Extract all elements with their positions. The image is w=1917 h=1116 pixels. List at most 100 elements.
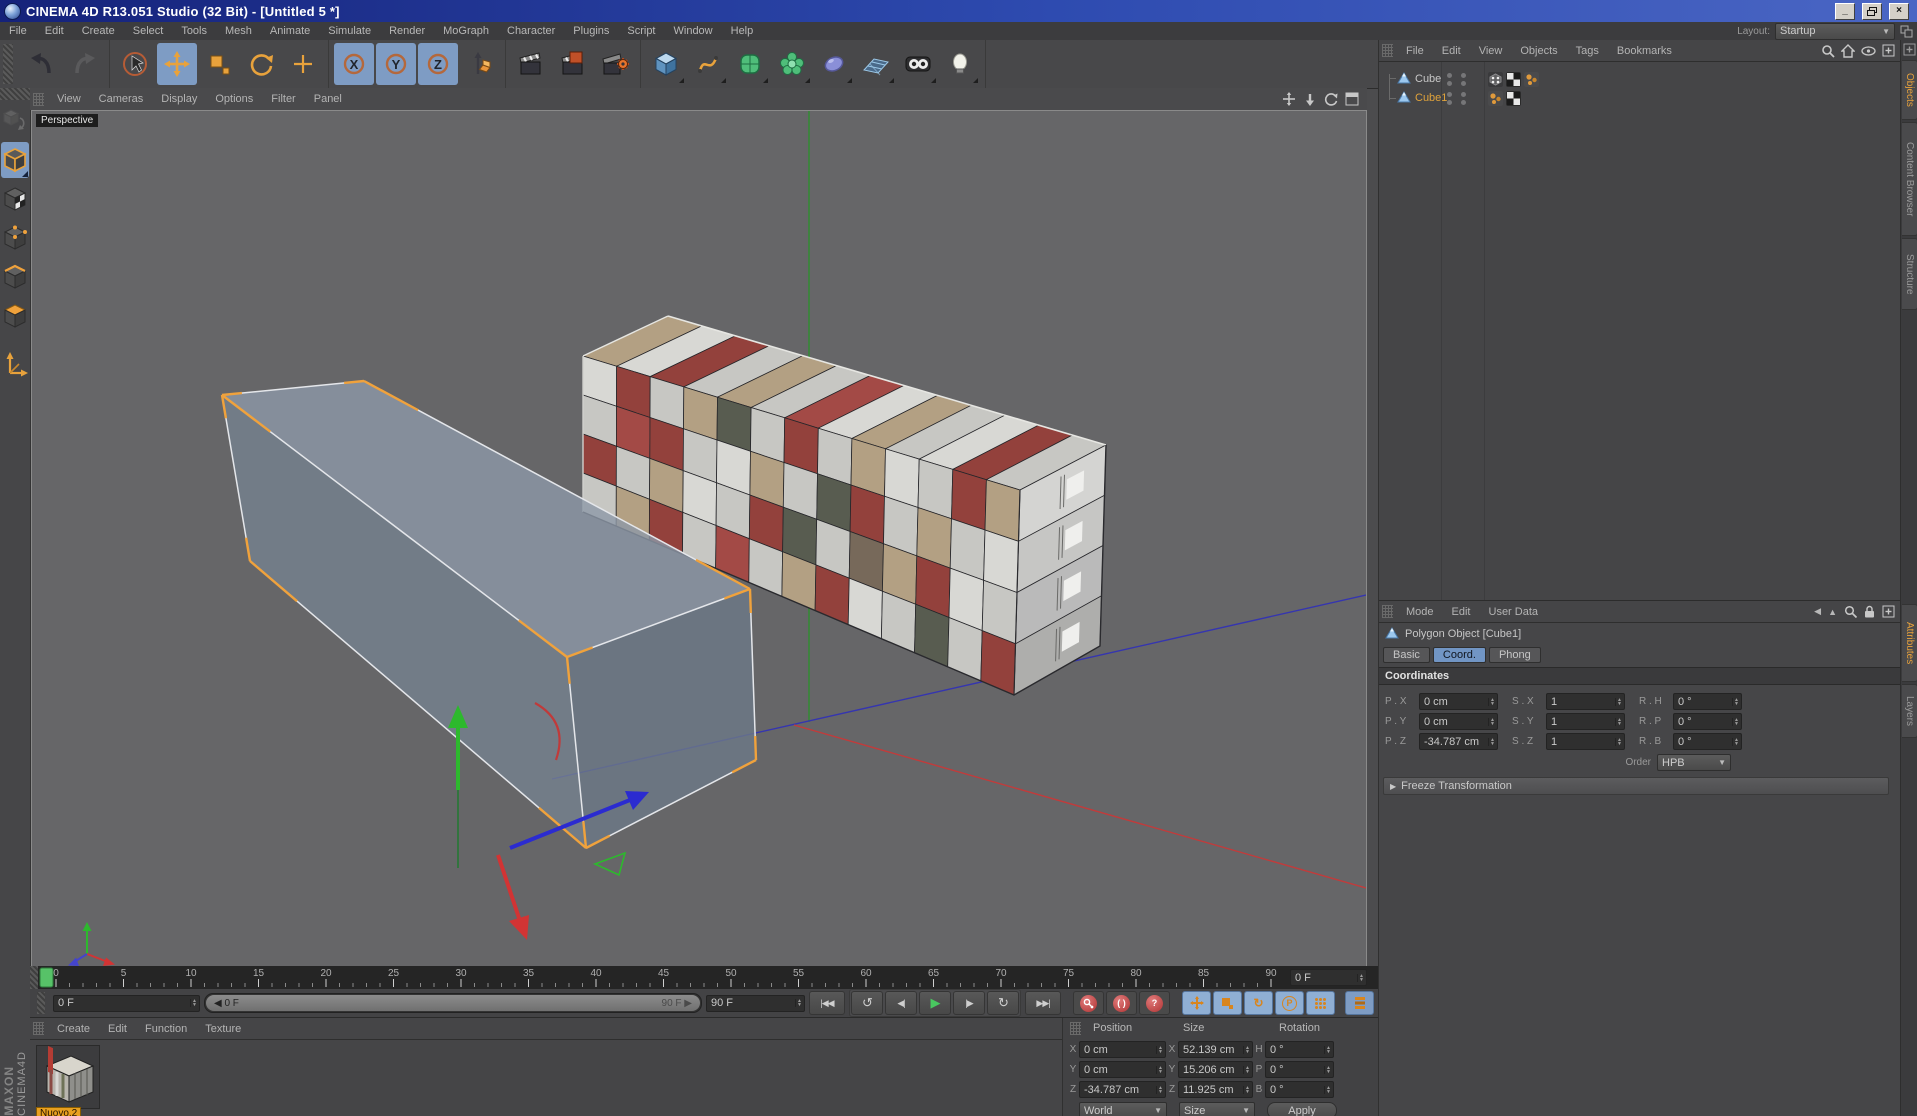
spinner[interactable]: ▲ ▼: [1488, 717, 1496, 726]
object-name[interactable]: Cube: [1415, 73, 1441, 85]
rotation-p-field[interactable]: 0 ° ▲ ▼: [1265, 1061, 1334, 1078]
search-icon[interactable]: [1821, 44, 1835, 58]
object-row-cube[interactable]: Cube: [1379, 70, 1901, 88]
make-editable-button[interactable]: [1, 103, 29, 139]
texture-mode-button[interactable]: [1, 181, 29, 217]
key-rotation-button[interactable]: ↻: [1244, 991, 1273, 1015]
size-x-field[interactable]: 52.139 cm ▲ ▼: [1178, 1041, 1253, 1058]
spinner[interactable]: ▲ ▼: [1732, 717, 1740, 726]
attr-menu-edit[interactable]: Edit: [1443, 606, 1480, 618]
viewport-menu-options[interactable]: Options: [206, 93, 262, 105]
add-panel-icon[interactable]: [1882, 44, 1895, 57]
visibility-dots[interactable]: [1447, 91, 1466, 105]
camera-rotate-icon[interactable]: [1324, 92, 1338, 106]
record-keyframe-button[interactable]: [1073, 991, 1104, 1015]
sx-field[interactable]: 1 ▲ ▼: [1546, 693, 1625, 710]
viewport-menu-view[interactable]: View: [48, 93, 90, 105]
play-backward-button[interactable]: ↺: [851, 991, 883, 1015]
last-tool-button[interactable]: [283, 43, 323, 85]
attr-menu-mode[interactable]: Mode: [1397, 606, 1443, 618]
add-panel-icon[interactable]: [1882, 605, 1895, 618]
goto-start-button[interactable]: |◀◀: [809, 991, 845, 1015]
phong-tag-icon[interactable]: [1524, 71, 1539, 87]
autokey-button[interactable]: ( ): [1106, 991, 1137, 1015]
material-menu-texture[interactable]: Texture: [196, 1023, 250, 1035]
viewport-menu-cameras[interactable]: Cameras: [90, 93, 153, 105]
gizmo-x-arrowhead[interactable]: [509, 915, 529, 940]
frame-start-field[interactable]: 0 F ▲ ▼: [53, 994, 200, 1012]
play-button[interactable]: ▶: [919, 991, 951, 1015]
redo-button[interactable]: [64, 43, 104, 85]
om-menu-file[interactable]: File: [1397, 45, 1433, 57]
search-icon[interactable]: [1844, 605, 1857, 618]
material-menu-edit[interactable]: Edit: [99, 1023, 136, 1035]
object-manager-grip[interactable]: [1382, 44, 1393, 57]
spinner[interactable]: ▲ ▼: [1243, 1045, 1251, 1054]
tab-basic[interactable]: Basic: [1383, 647, 1430, 663]
enable-axis-button[interactable]: [1, 346, 29, 382]
scale-tool-button[interactable]: [199, 43, 239, 85]
home-icon[interactable]: [1841, 43, 1855, 58]
gizmo-plane-handle[interactable]: [592, 851, 627, 877]
om-menu-edit[interactable]: Edit: [1433, 45, 1470, 57]
object-name-selected[interactable]: Cube1: [1415, 92, 1447, 104]
spinner[interactable]: ▲ ▼: [1488, 697, 1496, 706]
model-mode-button[interactable]: [1, 142, 29, 178]
attr-menu-userdata[interactable]: User Data: [1480, 606, 1548, 618]
phong-tag-icon[interactable]: [1488, 90, 1503, 106]
spinner[interactable]: ▲ ▼: [1156, 1065, 1164, 1074]
side-tab-content-browser[interactable]: Content Browser: [1902, 122, 1917, 236]
coords-grip[interactable]: [1070, 1022, 1081, 1035]
frame-end-field[interactable]: 90 F ▲ ▼: [706, 994, 805, 1012]
material-menu-function[interactable]: Function: [136, 1023, 196, 1035]
order-select[interactable]: HPB ▼: [1657, 754, 1731, 771]
material-grip[interactable]: [33, 1022, 44, 1035]
coords-mode-select[interactable]: World ▼: [1079, 1102, 1167, 1116]
om-menu-objects[interactable]: Objects: [1511, 45, 1566, 57]
position-y-field[interactable]: 0 cm ▲ ▼: [1079, 1061, 1166, 1078]
layout-select[interactable]: Startup ▼: [1775, 22, 1895, 40]
spinner[interactable]: ▲ ▼: [1488, 737, 1496, 746]
spinner[interactable]: ▲ ▼: [190, 999, 198, 1008]
keyframe-selection-help-button[interactable]: ?: [1139, 991, 1170, 1015]
minimize-button[interactable]: _: [1835, 2, 1855, 20]
pz-field[interactable]: -34.787 cm ▲ ▼: [1419, 733, 1498, 750]
goto-end-button[interactable]: ▶▶|: [1025, 991, 1061, 1015]
spinner[interactable]: ▲ ▼: [1732, 737, 1740, 746]
texture-tag-icon[interactable]: [1506, 90, 1521, 106]
gizmo-x-arrow[interactable]: [496, 854, 522, 922]
spinner[interactable]: ▲ ▼: [1324, 1045, 1332, 1054]
undo-button[interactable]: [22, 43, 62, 85]
side-tab-attributes[interactable]: Attributes: [1902, 604, 1917, 682]
spinner[interactable]: ▲ ▼: [1156, 1085, 1164, 1094]
live-selection-button[interactable]: [115, 43, 155, 85]
size-z-field[interactable]: 11.925 cm ▲ ▼: [1178, 1081, 1253, 1098]
menu-mesh[interactable]: Mesh: [216, 25, 261, 37]
edges-mode-button[interactable]: [1, 259, 29, 295]
add-deformer-button[interactable]: [772, 43, 812, 85]
menu-script[interactable]: Script: [618, 25, 664, 37]
om-menu-tags[interactable]: Tags: [1567, 45, 1608, 57]
spinner[interactable]: ▲ ▼: [1243, 1085, 1251, 1094]
lock-z-axis-button[interactable]: Z: [418, 43, 458, 85]
rotation-b-field[interactable]: 0 ° ▲ ▼: [1265, 1081, 1334, 1098]
key-scale-button[interactable]: [1213, 991, 1242, 1015]
texture-tag-icon[interactable]: [1506, 71, 1521, 87]
menu-plugins[interactable]: Plugins: [564, 25, 618, 37]
attribute-grip[interactable]: [1382, 605, 1393, 618]
spinner[interactable]: ▲ ▼: [1732, 697, 1740, 706]
spinner[interactable]: ▲ ▼: [1243, 1065, 1251, 1074]
keyframe-bars-button[interactable]: [1345, 991, 1374, 1015]
points-mode-button[interactable]: [1, 220, 29, 256]
viewport-scene[interactable]: Perspective: [31, 110, 1367, 967]
render-picture-viewer-button[interactable]: [553, 43, 593, 85]
step-back-button[interactable]: ◀|: [885, 991, 917, 1015]
menu-simulate[interactable]: Simulate: [319, 25, 380, 37]
menu-window[interactable]: Window: [665, 25, 722, 37]
lock-y-axis-button[interactable]: Y: [376, 43, 416, 85]
coordinate-system-button[interactable]: [460, 43, 500, 85]
apply-button[interactable]: Apply: [1267, 1102, 1337, 1116]
add-light-button[interactable]: [940, 43, 980, 85]
lock-icon[interactable]: [1864, 605, 1875, 618]
camera-pan-icon[interactable]: [1282, 92, 1296, 106]
